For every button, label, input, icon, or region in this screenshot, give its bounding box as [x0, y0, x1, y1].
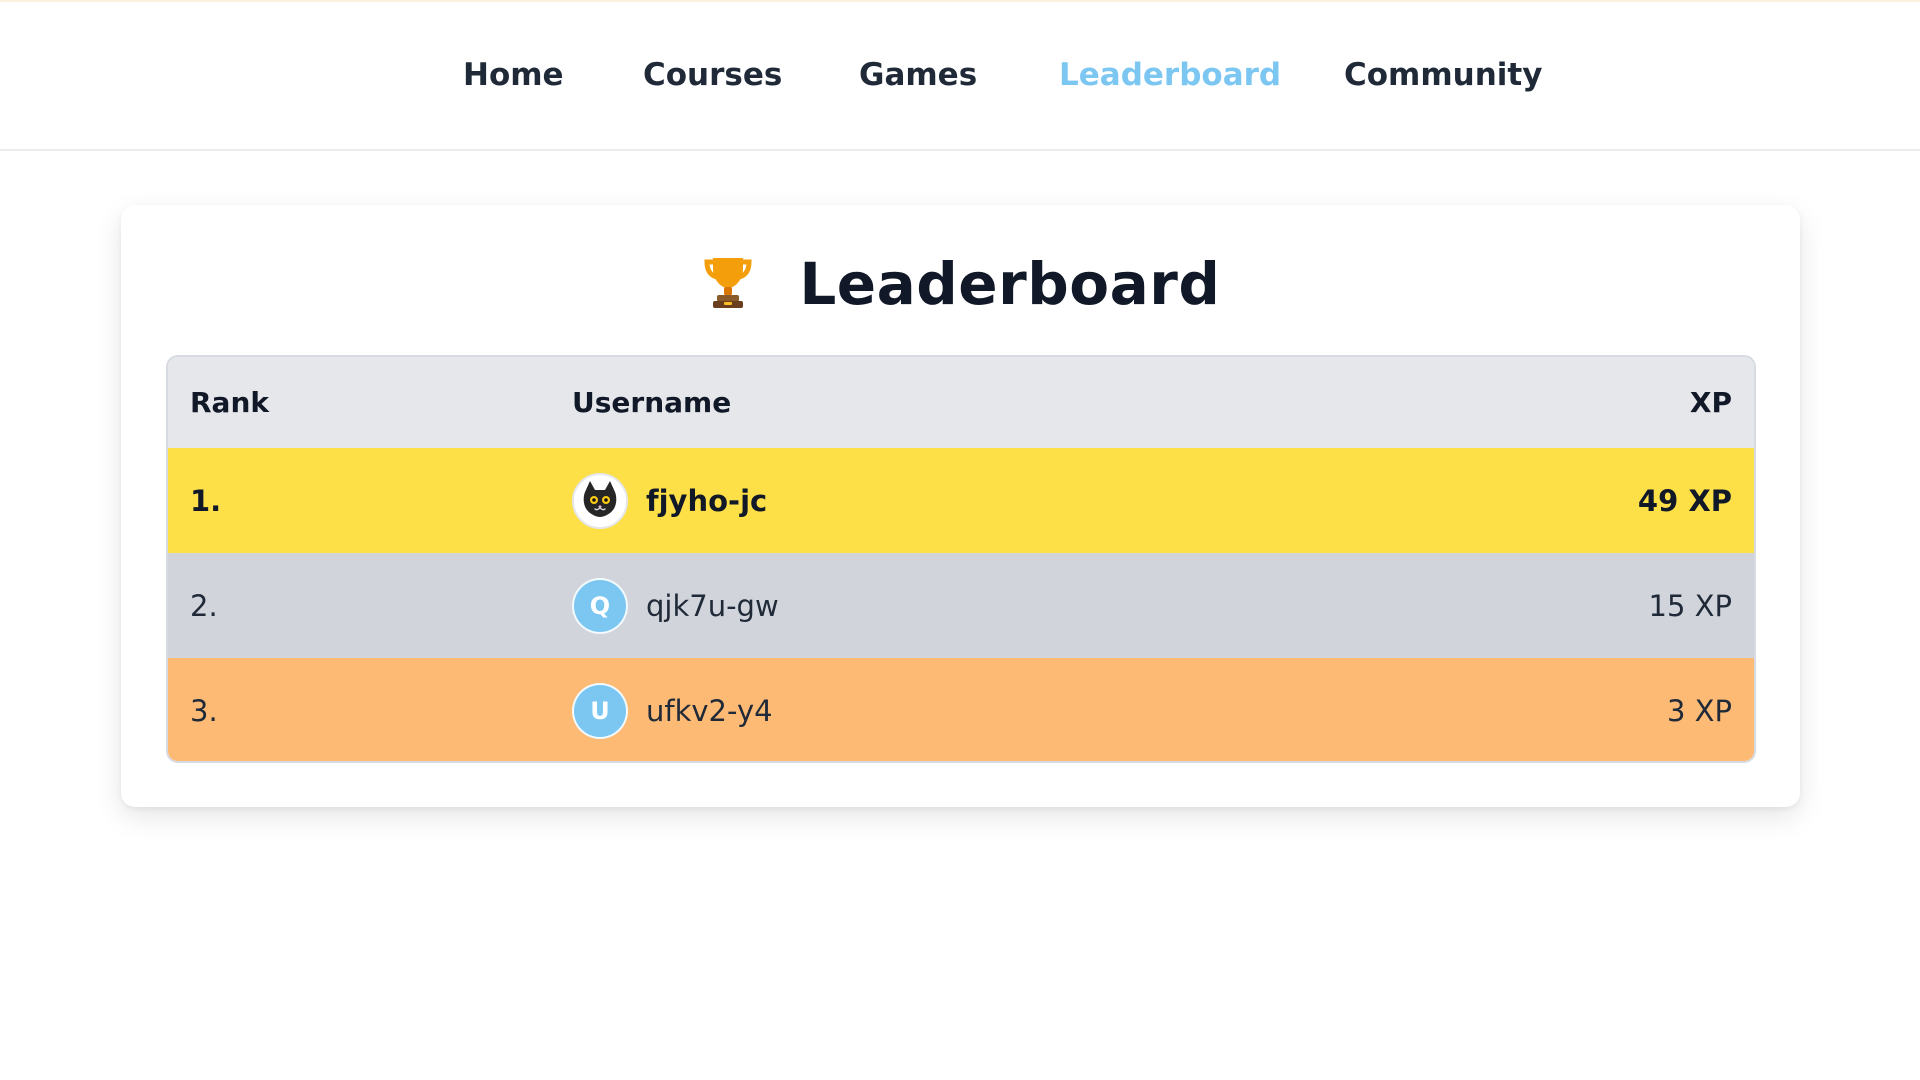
username-text: qjk7u-gw — [646, 588, 779, 623]
username-cell: U ufkv2-y4 — [572, 658, 1472, 761]
rank-cell: 3. — [190, 658, 550, 761]
xp-value: 15 XP — [1648, 588, 1732, 623]
table-header-row: Rank Username XP — [168, 357, 1754, 448]
avatar: Q — [572, 577, 628, 634]
page-title-text: Leaderboard — [799, 250, 1221, 318]
column-header-username: Username — [572, 386, 732, 419]
nav-games[interactable]: Games — [859, 54, 977, 96]
xp-cell: 15 XP — [1472, 553, 1732, 658]
xp-value: 3 XP — [1666, 693, 1732, 728]
rank-value: 3. — [190, 693, 218, 728]
column-header-rank: Rank — [190, 386, 270, 419]
page-title: Leaderboard — [121, 250, 1800, 318]
nav-home[interactable]: Home — [463, 54, 564, 96]
cat-icon — [578, 476, 622, 526]
table-row: 3. U ufkv2-y4 3 XP — [168, 658, 1754, 761]
trophy-icon — [701, 252, 755, 308]
rank-cell: 2. — [190, 553, 550, 658]
username-text: fjyho-jc — [646, 483, 768, 518]
avatar: U — [572, 682, 628, 739]
username-cell: fjyho-jc — [572, 448, 1472, 553]
table-row: 1. fjyho-jc 49 XP — [168, 448, 1754, 553]
xp-value: 49 XP — [1637, 483, 1732, 518]
table-row: 2. Q qjk7u-gw 15 XP — [168, 553, 1754, 658]
nav-leaderboard[interactable]: Leaderboard — [1059, 54, 1281, 96]
rank-cell: 1. — [190, 448, 550, 553]
nav-courses[interactable]: Courses — [643, 54, 782, 96]
xp-cell: 3 XP — [1472, 658, 1732, 761]
username-text: ufkv2-y4 — [646, 693, 773, 728]
top-navigation: Home Courses Games Leaderboard Community — [0, 0, 1920, 151]
avatar — [572, 472, 628, 529]
column-header-xp: XP — [1689, 386, 1732, 419]
nav-community[interactable]: Community — [1344, 54, 1542, 96]
rank-value: 1. — [190, 483, 222, 518]
leaderboard-table: Rank Username XP 1. fjyho-jc 49 XP 2. Q … — [166, 355, 1756, 763]
username-cell: Q qjk7u-gw — [572, 553, 1472, 658]
leaderboard-card: Leaderboard Rank Username XP 1. fjyho-jc… — [121, 205, 1800, 807]
xp-cell: 49 XP — [1472, 448, 1732, 553]
rank-value: 2. — [190, 588, 218, 623]
